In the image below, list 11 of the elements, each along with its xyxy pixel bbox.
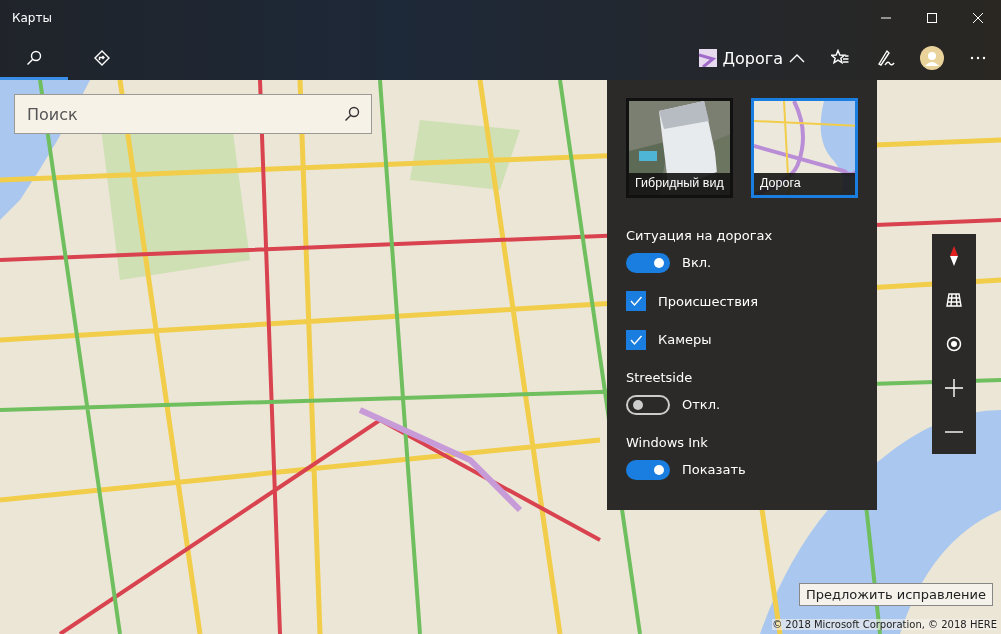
close-icon (973, 13, 983, 23)
map-style-icon (698, 49, 717, 67)
pen-icon (877, 49, 895, 67)
directions-icon (94, 50, 110, 66)
star-list-icon (831, 49, 849, 67)
avatar-icon (920, 46, 944, 70)
search-icon (26, 50, 42, 66)
maximize-icon (927, 13, 937, 23)
window-title: Карты (12, 11, 53, 25)
map-style-button[interactable]: Дорога (686, 36, 817, 80)
more-icon (970, 56, 986, 60)
